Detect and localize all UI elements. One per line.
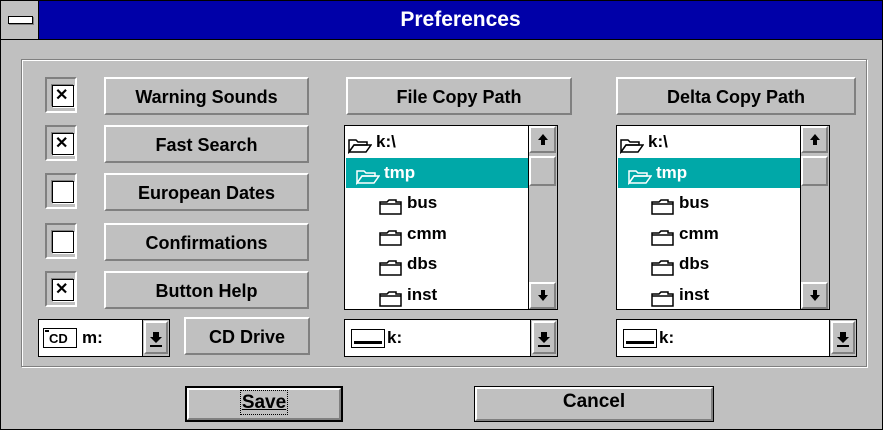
folder-item[interactable]: tmp bbox=[346, 157, 556, 188]
check-mark: ✕ bbox=[55, 281, 69, 298]
cd-drive-value: m: bbox=[82, 328, 103, 347]
european-dates-label[interactable]: European Dates bbox=[104, 173, 309, 211]
folder-name: bus bbox=[679, 193, 710, 212]
folder-item[interactable]: dbs bbox=[618, 249, 827, 279]
network-drive-icon bbox=[351, 329, 385, 348]
cd-drive-dropdown-button[interactable] bbox=[142, 320, 169, 356]
save-label-text: Save bbox=[241, 392, 287, 413]
up-arrow-icon bbox=[537, 134, 548, 145]
file-copy-drive-value: k: bbox=[387, 328, 403, 347]
folder-item[interactable]: bus bbox=[618, 188, 827, 218]
cancel-button[interactable]: Cancel bbox=[474, 386, 714, 422]
network-drive-icon bbox=[623, 329, 657, 348]
save-button[interactable]: Save bbox=[185, 386, 343, 422]
window-title: Preferences bbox=[400, 8, 521, 31]
system-menu-button[interactable] bbox=[1, 1, 39, 39]
dropdown-arrow-icon bbox=[538, 332, 550, 347]
folder-item[interactable]: dbs bbox=[346, 249, 555, 279]
folder-name: k:\ bbox=[376, 132, 396, 151]
fast-search-label[interactable]: Fast Search bbox=[104, 125, 309, 163]
down-arrow-icon bbox=[537, 290, 548, 301]
cd-drive-label: CD Drive bbox=[184, 317, 310, 355]
check-mark: ✕ bbox=[55, 135, 69, 152]
delta-copy-path-header: Delta Copy Path bbox=[616, 77, 856, 115]
file-copy-drive-dropdown-button[interactable] bbox=[530, 320, 557, 356]
cd-drive-icon-text: CD bbox=[49, 331, 68, 346]
folder-item[interactable]: inst bbox=[346, 280, 555, 310]
scroll-down-button[interactable] bbox=[801, 282, 828, 309]
file-copy-drive-dropdown[interactable]: k: bbox=[344, 319, 558, 357]
up-arrow-icon bbox=[809, 134, 820, 145]
folder-name: tmp bbox=[656, 162, 688, 182]
european-dates-checkbox[interactable] bbox=[52, 181, 74, 203]
dropdown-arrow-icon bbox=[150, 332, 162, 347]
folder-name: tmp bbox=[384, 162, 416, 182]
vertical-scrollbar[interactable] bbox=[528, 126, 557, 309]
scroll-up-button[interactable] bbox=[529, 126, 556, 153]
button-help-label[interactable]: Button Help bbox=[104, 271, 309, 309]
folder-name: bus bbox=[407, 193, 438, 212]
fast-search-checkbox[interactable]: ✕ bbox=[52, 133, 74, 155]
check-mark: ✕ bbox=[55, 87, 69, 104]
file-copy-path-header: File Copy Path bbox=[346, 77, 572, 115]
folder-item[interactable]: inst bbox=[618, 280, 827, 310]
folder-name: inst bbox=[679, 284, 710, 304]
folder-name: inst bbox=[407, 284, 438, 304]
folder-name: k:\ bbox=[648, 132, 668, 151]
cancel-button-label: Cancel bbox=[563, 391, 625, 412]
confirmations-checkbox[interactable] bbox=[52, 231, 74, 253]
warning-sounds-label[interactable]: Warning Sounds bbox=[104, 77, 309, 115]
down-arrow-icon bbox=[809, 290, 820, 301]
system-menu-icon bbox=[8, 16, 33, 24]
cancel-label-text: Cancel bbox=[562, 391, 626, 412]
folder-name: cmm bbox=[407, 223, 447, 243]
delta-copy-path-list[interactable]: k:\ tmp bus cmm dbs inst bbox=[616, 125, 830, 310]
folder-item[interactable]: cmm bbox=[618, 219, 827, 249]
folder-item[interactable]: k:\ bbox=[346, 127, 555, 157]
scroll-up-button[interactable] bbox=[801, 126, 828, 153]
folder-name: dbs bbox=[679, 254, 710, 273]
folder-name: cmm bbox=[679, 223, 719, 243]
scroll-thumb[interactable] bbox=[529, 156, 556, 186]
vertical-scrollbar[interactable] bbox=[800, 126, 829, 309]
title-bar: Preferences bbox=[1, 1, 882, 40]
delta-copy-drive-value: k: bbox=[659, 328, 675, 347]
delta-copy-drive-dropdown[interactable]: k: bbox=[616, 319, 857, 357]
folder-icon bbox=[651, 287, 675, 310]
warning-sounds-checkbox[interactable]: ✕ bbox=[52, 85, 74, 107]
folder-item[interactable]: bus bbox=[346, 188, 555, 218]
preferences-window: Preferences ✕ Warning Sounds ✕ Fast Sear… bbox=[0, 0, 883, 430]
dropdown-arrow-icon bbox=[837, 332, 849, 347]
folder-item[interactable]: k:\ bbox=[618, 127, 827, 157]
folder-icon bbox=[379, 287, 403, 310]
folder-item[interactable]: tmp bbox=[618, 157, 828, 188]
confirmations-label[interactable]: Confirmations bbox=[104, 223, 309, 261]
folder-name: dbs bbox=[407, 254, 438, 273]
scroll-thumb[interactable] bbox=[801, 156, 828, 186]
folder-item[interactable]: cmm bbox=[346, 219, 555, 249]
cd-drive-dropdown[interactable]: CD m: bbox=[38, 319, 170, 357]
delta-copy-drive-dropdown-button[interactable] bbox=[829, 320, 856, 356]
save-button-label: Save bbox=[239, 390, 289, 415]
button-help-checkbox[interactable]: ✕ bbox=[52, 279, 74, 301]
file-copy-path-list[interactable]: k:\ tmp bus cmm dbs inst bbox=[344, 125, 558, 310]
scroll-down-button[interactable] bbox=[529, 282, 556, 309]
